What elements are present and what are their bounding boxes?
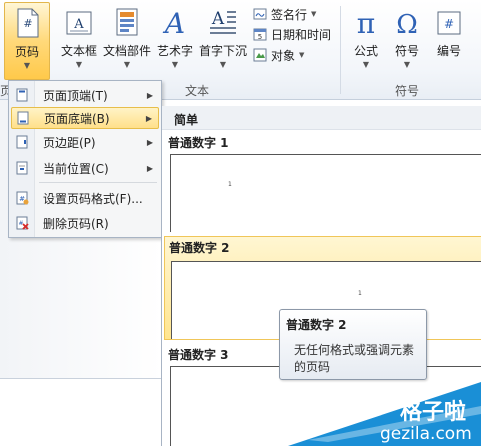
svg-text:#: # [23,17,32,30]
menu-item-top-of-page[interactable]: 页面顶端(T) ▶ [11,84,159,106]
equation-button[interactable]: π 公式 ▼ [346,2,386,80]
omega-icon: Ω [396,10,418,38]
symbol-label: 符号 [394,44,419,58]
drop-cap-button[interactable]: A 首字下沉 ▼ [198,2,248,80]
svg-text:A: A [211,9,225,29]
chevron-right-icon: ▶ [146,137,153,147]
numbering-button[interactable]: # 编号 [428,2,470,80]
wordart-label: 艺术字 [156,44,193,58]
site-watermark: 格子啦 gezila.com [288,376,481,446]
format-page-number-icon: # [16,191,29,205]
chevron-down-icon: ▼ [311,10,317,18]
page-bottom-icon [17,111,29,125]
menu-separator [39,182,157,183]
text-box-button[interactable]: A 文本框 ▼ [58,2,100,80]
gallery-tooltip: 普通数字 2 无任何格式或强调元素的页码 [279,309,427,380]
group-separator [340,6,341,94]
wordart-button[interactable]: A 艺术字 ▼ [154,2,196,80]
object-button[interactable]: 对象 ▼ [253,45,304,65]
current-position-icon [16,161,28,175]
chevron-down-icon: ▼ [123,60,131,69]
document-area [0,378,162,446]
chevron-down-icon: ▼ [299,51,305,59]
quick-parts-button[interactable]: 文档部件 ▼ [102,2,152,80]
gallery-item-plain-number-1[interactable]: 普通数字 1 1 [164,132,481,232]
page-number-button[interactable]: # 页码 ▼ [4,2,50,80]
signature-line-label: 签名行 [271,7,308,22]
drop-cap-icon: A [210,9,236,34]
menu-item-current-position[interactable]: 当前位置(C) ▶ [11,157,159,179]
tooltip-title: 普通数字 2 [286,318,347,332]
page-number-label: 页码 [14,45,39,59]
svg-text:A: A [73,17,84,32]
preview-page-number: 1 [228,181,232,188]
menu-item-remove-page-numbers[interactable]: # 删除页码(R) [11,212,159,234]
page-margin-icon [16,135,28,149]
menu-item-label: 页面底端(B) [44,111,110,126]
page-number-icon: # [17,8,39,38]
date-time-label: 日期和时间 [271,27,332,42]
svg-text:5: 5 [258,33,262,41]
quick-parts-label: 文档部件 [102,44,151,58]
group-label-text: 文本 [185,84,210,98]
gallery-item-preview: 1 [170,154,481,232]
object-icon [253,48,267,62]
gallery-section-header: 简单 [162,106,481,130]
chevron-down-icon: ▼ [75,60,83,69]
gallery-item-title: 普通数字 2 [169,241,230,255]
quick-parts-icon [116,8,138,36]
menu-item-bottom-of-page[interactable]: 页面底端(B) ▶ [11,107,159,129]
signature-line-button[interactable]: 签名行 ▼ [253,4,316,24]
menu-item-label: 删除页码(R) [43,216,109,231]
chevron-right-icon: ▶ [146,163,153,173]
watermark-text: 格子啦 [400,400,467,425]
gallery-item-title: 普通数字 3 [168,348,229,362]
chevron-right-icon: ▶ [145,113,152,123]
wordart-icon: A [162,7,185,38]
gallery-item-title: 普通数字 1 [168,136,229,150]
preview-page-number: 1 [358,290,362,297]
remove-page-number-icon: # [16,216,29,230]
text-box-icon: A [66,11,92,35]
menu-item-label: 页面顶端(T) [43,88,108,103]
tooltip-description: 无任何格式或强调元素的页码 [294,343,415,374]
drop-cap-label: 首字下沉 [198,44,247,58]
menu-item-page-margins[interactable]: 页边距(P) ▶ [11,131,159,153]
chevron-down-icon: ▼ [23,61,31,70]
menu-item-format-page-numbers[interactable]: # 设置页码格式(F)... [11,187,159,209]
chevron-down-icon: ▼ [171,60,179,69]
page-top-icon [16,88,28,102]
date-time-button[interactable]: 5 日期和时间 [253,24,331,44]
signature-line-icon [253,8,267,20]
svg-text:A: A [162,7,185,38]
menu-item-label: 设置页码格式(F)... [43,191,143,206]
chevron-down-icon: ▼ [219,60,227,69]
svg-text:#: # [444,17,454,31]
group-label-symbols: 符号 [395,84,420,98]
chevron-down-icon: ▼ [403,60,411,69]
symbol-button[interactable]: Ω 符号 ▼ [386,2,428,80]
numbering-label: 编号 [436,44,461,58]
svg-text:Ω: Ω [396,10,418,38]
chevron-right-icon: ▶ [146,90,153,100]
svg-text:π: π [357,7,375,38]
chevron-down-icon: ▼ [362,60,370,69]
watermark-url: gezila.com [380,424,472,444]
text-box-label: 文本框 [60,44,97,58]
object-label: 对象 [271,48,296,63]
menu-item-label: 页边距(P) [43,135,96,150]
svg-text:#: # [18,220,23,227]
pi-icon: π [357,7,375,38]
menu-item-label: 当前位置(C) [43,161,109,176]
equation-label: 公式 [353,44,378,58]
number-icon: # [437,11,461,35]
date-time-icon: 5 [253,28,267,41]
page-number-menu: 页面顶端(T) ▶ 页面底端(B) ▶ 页边距(P) ▶ 当前位置(C) ▶ # [8,80,162,238]
